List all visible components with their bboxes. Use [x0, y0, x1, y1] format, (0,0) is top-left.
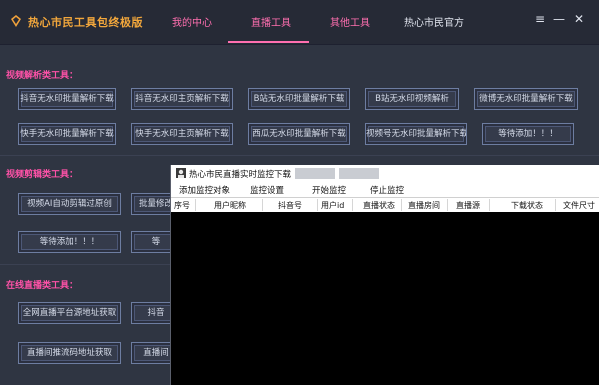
live-monitor-menu: 添加监控对象 监控设置 开始监控 停止监控 — [171, 182, 599, 198]
col-file-size[interactable]: 文件尺寸 — [563, 200, 595, 211]
col-douyin-id[interactable]: 抖音号 — [278, 200, 302, 211]
start-monitor-menu[interactable]: 开始监控 — [312, 184, 346, 196]
column-divider — [317, 199, 318, 211]
col-index[interactable]: 序号 — [174, 200, 190, 211]
tab-official[interactable]: 热心市民官方 — [389, 14, 479, 29]
monitor-settings-menu[interactable]: 监控设置 — [250, 184, 284, 196]
tab-my-center[interactable]: 我的中心 — [147, 14, 237, 29]
monitor-table-header: 序号 用户昵称 抖音号 用户id 直播状态 直播房间 直播源 下载状态 文件尺寸 — [171, 198, 599, 212]
section-divider — [0, 155, 599, 156]
col-user-id[interactable]: 用户id — [321, 200, 344, 211]
top-bar: 热心市民工具包终极版 我的中心 直播工具 其他工具 热心市民官方 ≡ — ✕ — [0, 0, 599, 45]
push-stream-url-button[interactable]: 直播间推流码地址获取 — [18, 342, 121, 364]
coming-soon-button-1[interactable]: 等待添加！！！ — [482, 123, 574, 145]
app-logo-icon — [11, 15, 21, 27]
coming-soon-button-2[interactable]: 等待添加！！！ — [18, 231, 121, 253]
column-divider — [352, 199, 353, 211]
ai-auto-edit-button[interactable]: 视频AI自动剪辑过原创 — [18, 193, 121, 215]
minimize-icon[interactable]: — — [552, 12, 566, 26]
channels-batch-parse-button[interactable]: 视频号无水印批量解析下载 — [365, 123, 467, 145]
bilibili-batch-parse-button[interactable]: B站无水印批量解析下载 — [248, 88, 350, 110]
menu-icon[interactable]: ≡ — [533, 12, 547, 26]
redacted-block — [295, 168, 335, 179]
kuaishou-batch-parse-button[interactable]: 快手无水印批量解析下载 — [18, 123, 116, 145]
tab-live-tools[interactable]: 直播工具 — [226, 14, 316, 29]
col-live-source[interactable]: 直播源 — [456, 200, 480, 211]
active-tab-indicator — [228, 41, 309, 43]
column-divider — [195, 199, 196, 211]
xigua-batch-parse-button[interactable]: 西瓜无水印批量解析下载 — [248, 123, 350, 145]
kuaishou-homepage-parse-button[interactable]: 快手无水印主页解析下载 — [131, 123, 233, 145]
live-monitor-window: 热心市民直播实时监控下载 添加监控对象 监控设置 开始监控 停止监控 序号 用户… — [170, 165, 599, 385]
bilibili-video-parse-button[interactable]: B站无水印视频解析 — [365, 88, 459, 110]
live-monitor-titlebar[interactable]: 热心市民直播实时监控下载 — [171, 165, 599, 182]
douyin-homepage-parse-button[interactable]: 抖音无水印主页解析下载 — [131, 88, 233, 110]
live-monitor-title: 热心市民直播实时监控下载 — [189, 170, 292, 180]
column-divider — [447, 199, 448, 211]
section-title-video-edit: 视频剪辑类工具： — [6, 170, 79, 180]
column-divider — [401, 199, 402, 211]
tab-other-tools[interactable]: 其他工具 — [305, 14, 395, 29]
app-avatar-icon — [176, 168, 186, 178]
column-divider — [555, 199, 556, 211]
section-title-live: 在线直播类工具： — [6, 281, 79, 291]
col-download-status[interactable]: 下载状态 — [511, 200, 543, 211]
add-monitor-target-menu[interactable]: 添加监控对象 — [179, 184, 230, 196]
redacted-block — [339, 168, 379, 179]
column-divider — [489, 199, 490, 211]
col-nickname[interactable]: 用户昵称 — [214, 200, 246, 211]
col-live-room[interactable]: 直播房间 — [408, 200, 440, 211]
app-title: 热心市民工具包终极版 — [28, 16, 143, 29]
douyin-batch-parse-button[interactable]: 抖音无水印批量解析下载 — [18, 88, 116, 110]
weibo-batch-parse-button[interactable]: 微博无水印批量解析下载 — [474, 88, 578, 110]
col-live-status[interactable]: 直播状态 — [363, 200, 395, 211]
live-source-url-button[interactable]: 全网直播平台源地址获取 — [18, 302, 121, 324]
column-divider — [262, 199, 263, 211]
stop-monitor-menu[interactable]: 停止监控 — [370, 184, 404, 196]
section-title-video-parse: 视频解析类工具： — [6, 71, 79, 81]
close-icon[interactable]: ✕ — [572, 12, 586, 26]
